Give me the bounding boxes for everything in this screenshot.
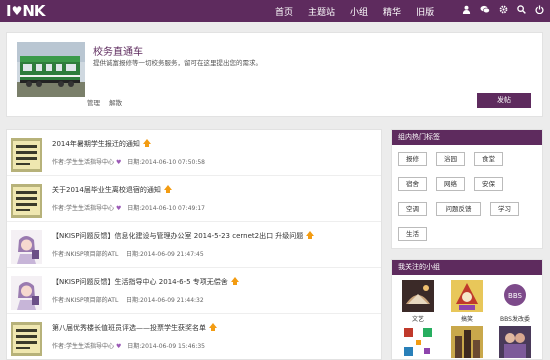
group-label: 文艺 [411,316,424,323]
tag-dorm[interactable]: 宿舍 [398,177,427,191]
post-title[interactable]: 【NKISP问题反馈】信息化建设与管理办公室 2014-5-23 cernet2… [52,231,315,241]
group-city-image [451,326,483,358]
gear-icon[interactable] [499,5,508,17]
top-nav-bar: I ♥ NK 首页 主题站 小组 精华 旧版 [0,0,550,22]
heart-icon: ♥ [116,205,122,212]
heart-icon: ♥ [116,343,122,350]
nav-featured[interactable]: 精华 [383,5,401,18]
notice-board-thumbnail [11,184,42,218]
group-funny-image [451,280,483,312]
logo-heart-icon: ♥ [11,4,23,18]
tag-bath[interactable]: 浴园 [436,152,465,166]
group-item-qr[interactable] [401,326,435,359]
group-literature-image [402,280,434,312]
nav-icon-group [453,0,544,22]
logo-text-left: I [6,2,12,20]
tag-canteen[interactable]: 食堂 [474,152,503,166]
group-title: 校务直通车 [93,47,143,58]
anime-avatar-thumbnail [11,230,42,264]
group-admin-links: 管理 解散 [87,97,129,107]
post-meta: 作者:学生生活指导中心 ♥ 日期:2014-06-10 07:49:17 [52,205,205,212]
heart-icon: ♥ [116,159,122,166]
group-label: BBS发改委 [500,316,530,323]
followed-groups-heading: 我关注的小组 [392,260,542,275]
tag-network[interactable]: 网络 [436,177,465,191]
svg-text:BBS: BBS [508,292,522,300]
post-list: 2014年暑期学生报迁的通知 作者:学生生活指导中心 ♥ 日期:2014-06-1… [6,129,382,360]
user-icon[interactable] [462,5,471,17]
post-title[interactable]: 第八届优秀楼长值班员评选——投票学生获奖名单 [52,323,217,333]
dissolve-link[interactable]: 解散 [109,99,122,107]
list-item[interactable]: 第八届优秀楼长值班员评选——投票学生获奖名单 作者:学生生活指导中心 ♥ 日期:2… [7,314,381,359]
tag-repair[interactable]: 报修 [398,152,427,166]
site-logo[interactable]: I ♥ NK [6,2,46,20]
tag-air-conditioning[interactable]: 空调 [398,202,427,216]
chat-icon[interactable] [480,5,490,17]
group-people-image [499,326,531,358]
list-item[interactable]: 关于2014届毕业生离校退宿的通知 作者:学生生活指导中心 ♥ 日期:2014-0… [7,176,381,222]
tag-life[interactable]: 生活 [398,227,427,241]
tag-study[interactable]: 学习 [490,202,519,216]
hot-arrow-icon [142,139,151,147]
search-icon[interactable] [517,5,526,17]
main-nav: 首页 主题站 小组 精华 旧版 [275,0,449,22]
group-item-city[interactable] [450,326,484,359]
post-title[interactable]: 关于2014届毕业生离校退宿的通知 [52,185,172,195]
group-bbs-image: BBS [499,280,531,312]
group-label: 搞笑 [460,316,473,323]
post-meta: 作者:学生生活指导中心 ♥ 日期:2014-06-09 15:46:35 [52,343,205,350]
nav-home[interactable]: 首页 [275,5,293,18]
followed-groups-panel: 我关注的小组 文艺 搞笑 BBS BBS发改委 [391,259,543,360]
group-description: 提供诚富报修等一切校务服务，留可在这里提出您的需求。 [93,59,262,67]
group-item-people[interactable] [498,326,532,359]
hot-arrow-icon [306,231,315,239]
tag-security[interactable]: 安保 [474,177,503,191]
manage-link[interactable]: 管理 [87,99,100,107]
hot-arrow-icon [230,277,239,285]
list-item[interactable]: 【NKISP问题反馈】生活指导中心 2014-6-5 专项无偿舍 作者:NKIS… [7,268,381,314]
group-header-panel: 校务直通车 提供诚富报修等一切校务服务，留可在这里提出您的需求。 管理 解散 发… [6,32,543,117]
power-icon[interactable] [535,5,544,17]
nav-topics[interactable]: 主题站 [308,5,335,18]
group-qr-image [402,326,434,358]
hot-tags-panel: 组内热门标签 报修 浴园 食堂 宿舍 网络 安保 空调 问题反馈 学习 生活 [391,129,543,249]
hot-tags-heading: 组内热门标签 [392,130,542,145]
anime-avatar-thumbnail [11,276,42,310]
logo-text-right: NK [22,2,45,20]
group-cover-train-photo [17,42,85,97]
list-item[interactable]: 2014年暑期学生报迁的通知 作者:学生生活指导中心 ♥ 日期:2014-06-1… [7,130,381,176]
post-meta: 作者:NKISP项目部的ATL 日期:2014-06-09 21:47:45 [52,251,204,258]
post-meta: 作者:学生生活指导中心 ♥ 日期:2014-06-10 07:50:58 [52,159,205,166]
nav-groups[interactable]: 小组 [350,5,368,18]
group-item-literature[interactable]: 文艺 [401,280,435,323]
hot-arrow-icon [163,185,172,193]
new-post-button[interactable]: 发帖 [477,93,531,108]
list-item[interactable]: 【NKISP问题反馈】信息化建设与管理办公室 2014-5-23 cernet2… [7,222,381,268]
post-meta: 作者:NKISP项目部的ATL 日期:2014-06-09 21:44:32 [52,297,204,304]
hot-arrow-icon [209,323,217,331]
post-title[interactable]: 2014年暑期学生报迁的通知 [52,139,151,149]
notice-board-thumbnail [11,138,42,172]
post-title[interactable]: 【NKISP问题反馈】生活指导中心 2014-6-5 专项无偿舍 [52,277,239,287]
tag-feedback[interactable]: 问题反馈 [436,202,481,216]
notice-board-thumbnail [11,322,42,356]
group-item-funny[interactable]: 搞笑 [450,280,484,323]
group-item-bbs[interactable]: BBS BBS发改委 [498,280,532,323]
nav-old-version[interactable]: 旧版 [416,5,434,18]
